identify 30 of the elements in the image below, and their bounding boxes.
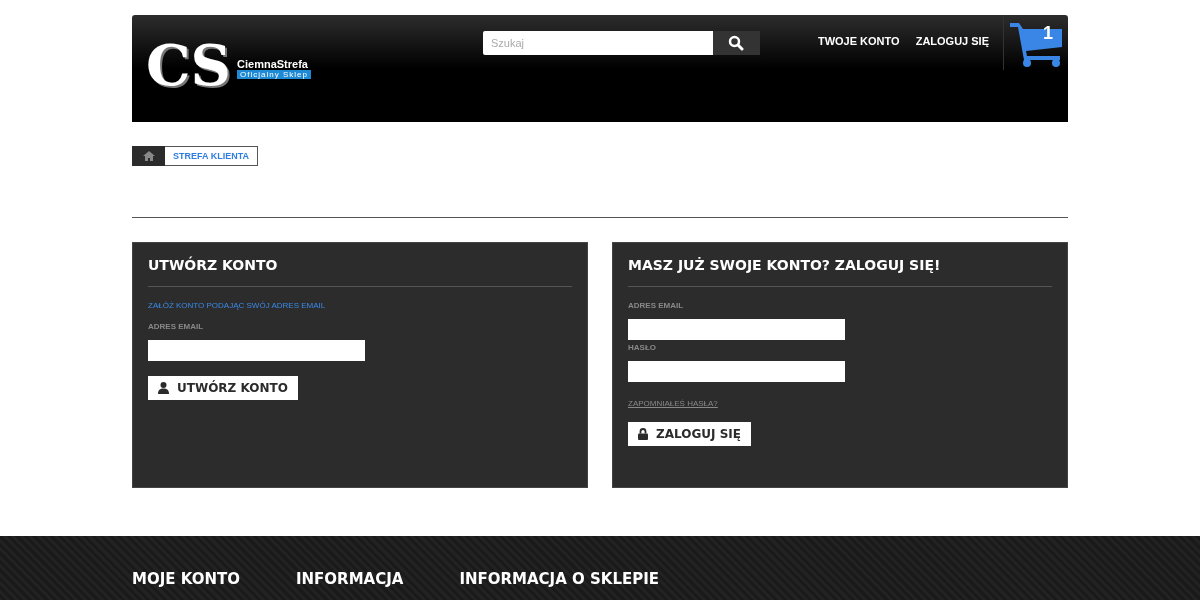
field-label: ADRES EMAIL xyxy=(628,301,685,310)
search-icon xyxy=(728,35,745,51)
create-account-button[interactable]: UTWÓRZ KONTO xyxy=(148,376,298,400)
panel-title: MASZ JUŻ SWOJE KONTO? ZALOGUJ SIĘ! xyxy=(628,257,941,273)
nav-link[interactable]: ZALOGUJ SIĘ xyxy=(915,35,989,47)
logo-tagline: Oficjalny Sklep xyxy=(237,70,311,79)
search-field[interactable]: Szukaj xyxy=(482,31,713,55)
home-icon xyxy=(142,151,155,161)
field-label: HASŁO xyxy=(628,343,657,352)
home-link[interactable] xyxy=(132,146,165,166)
forgot-password-link[interactable]: ZAPOMNIAŁEŚ HASŁA? xyxy=(628,399,718,408)
input-field[interactable] xyxy=(628,361,845,382)
logo-monogram: CS xyxy=(146,37,231,93)
nav-link[interactable]: TWOJE KONTO xyxy=(817,35,900,47)
input-field[interactable] xyxy=(148,340,365,361)
footer-heading: INFORMACJA O SKLEPIE xyxy=(459,570,660,588)
intro-text: ZAŁÓŻ KONTO PODAJĄC SWÓJ ADRES EMAIL xyxy=(148,301,326,310)
breadcrumb-link[interactable]: STREFA KLIENTA xyxy=(165,146,258,166)
cart-button[interactable]: 1 xyxy=(1010,15,1064,70)
panel-title: UTWÓRZ KONTO xyxy=(148,257,278,273)
footer-heading: MOJE KONTO xyxy=(132,570,240,588)
input-field[interactable] xyxy=(628,319,845,340)
lock-icon xyxy=(638,428,648,440)
search-button[interactable] xyxy=(712,31,760,55)
user-icon xyxy=(158,382,169,394)
logo-name: CiemnaStrefa xyxy=(237,58,309,70)
footer-heading: INFORMACJA xyxy=(295,570,404,588)
login-button[interactable]: ZALOGUJ SIĘ xyxy=(628,422,751,446)
field-label: ADRES EMAIL xyxy=(148,322,205,331)
cart-count: 1 xyxy=(1042,23,1054,44)
